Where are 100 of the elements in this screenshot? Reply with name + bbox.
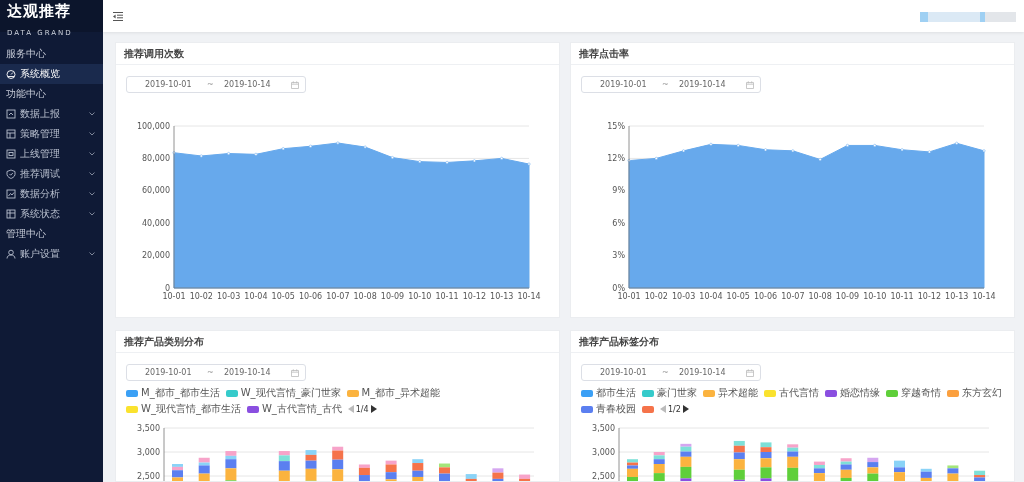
data-point xyxy=(900,148,904,152)
start-date: 2019-10-01 xyxy=(600,368,648,377)
stacked-bar xyxy=(332,446,344,481)
axis-label: 10-12 xyxy=(917,292,941,301)
legend-label: 青春校园 xyxy=(596,402,636,416)
axis-label: 10-11 xyxy=(890,292,914,301)
data-point xyxy=(363,145,367,149)
axis-label: 3,500 xyxy=(592,423,615,433)
menu-fold-icon[interactable] xyxy=(113,11,123,21)
nav-item[interactable]: 账户设置 xyxy=(0,244,103,264)
data-point xyxy=(172,151,176,155)
legend-label: 穿越奇情 xyxy=(901,386,941,400)
axis-label: 10-09 xyxy=(835,292,860,301)
stacked-bar xyxy=(733,440,745,481)
stacked-bar xyxy=(920,468,932,481)
calendar-icon xyxy=(746,80,754,89)
card-title: 推荐调用次数 xyxy=(124,46,184,61)
axis-line xyxy=(618,427,620,481)
axis-label: 15% xyxy=(607,121,625,131)
data-point xyxy=(227,152,231,155)
data-point xyxy=(709,142,713,146)
legend-label: 东方玄幻 xyxy=(962,386,1002,400)
axis-label: 80,000 xyxy=(142,153,170,163)
stacked-bar xyxy=(787,444,799,481)
nav-item[interactable]: 数据上报 xyxy=(0,104,103,124)
stacked-bar xyxy=(198,457,210,481)
axis-label: 10-10 xyxy=(863,292,887,301)
nav-item[interactable]: 策略管理 xyxy=(0,124,103,144)
menu-item-icon xyxy=(6,209,16,219)
stacked-bar xyxy=(358,464,370,481)
data-point xyxy=(927,150,931,154)
next-page-icon[interactable] xyxy=(682,405,689,413)
axis-label: 10-13 xyxy=(945,292,969,301)
data-point xyxy=(846,144,849,147)
legend-label: W_古代言情_古代 xyxy=(261,402,342,416)
axis-label: 10-02 xyxy=(189,292,213,301)
stacked-bar xyxy=(653,452,665,481)
stacked-bar xyxy=(627,459,638,481)
axis-label: 10-06 xyxy=(298,292,323,301)
data-point xyxy=(791,149,795,153)
stacked-bar xyxy=(385,460,397,481)
end-date: 2019-10-14 xyxy=(224,80,272,89)
stacked-bar xyxy=(492,468,504,481)
axis-label: 10-02 xyxy=(644,292,668,301)
axis-label: 10-13 xyxy=(490,292,514,301)
legend-label: M_都市_异术超能 xyxy=(361,386,441,400)
axis-label: 10-07 xyxy=(781,292,805,301)
date-range-picker[interactable]: 2019-10-01 ~ 2019-10-14 xyxy=(581,364,761,381)
data-point xyxy=(736,144,740,147)
stacked-bar xyxy=(974,470,986,481)
axis-label: 10-04 xyxy=(244,292,268,301)
stacked-bar xyxy=(278,451,290,481)
data-point xyxy=(764,148,767,152)
axis-label: 3,000 xyxy=(137,447,160,457)
end-date: 2019-10-14 xyxy=(679,80,727,89)
calendar-icon xyxy=(291,80,299,89)
page-indicator: 1/4 xyxy=(355,404,369,414)
axis-label: 10-06 xyxy=(753,292,778,301)
stacked-bar xyxy=(172,464,183,481)
stacked-bar xyxy=(947,465,959,481)
nav-item[interactable]: 上线管理 xyxy=(0,144,103,164)
data-point xyxy=(445,161,449,164)
axis-label: 20,000 xyxy=(142,251,170,261)
next-page-icon[interactable] xyxy=(370,405,377,413)
calendar-icon xyxy=(746,368,754,377)
range-separator: ~ xyxy=(662,80,670,89)
legend-label: W_现代言情_都市生活 xyxy=(141,402,241,416)
axis-label: 10-03 xyxy=(217,292,241,301)
stacked-bar xyxy=(519,474,531,481)
data-point xyxy=(627,159,631,162)
axis-label: 10-03 xyxy=(672,292,696,301)
nav-item[interactable]: 推荐调试 xyxy=(0,164,103,184)
legend-label: W_现代言情_豪门世家 xyxy=(240,386,341,400)
axis-label: 10-10 xyxy=(408,292,432,301)
range-separator: ~ xyxy=(207,80,215,89)
axis-label: 12% xyxy=(607,153,625,163)
nav-section-label: 功能中心 xyxy=(5,87,46,101)
data-point xyxy=(818,158,822,161)
axis-label: 3,000 xyxy=(592,447,615,457)
date-range-picker[interactable]: 2019-10-01 ~ 2019-10-14 xyxy=(126,76,306,93)
nav-item[interactable]: 系统状态 xyxy=(0,204,103,224)
range-separator: ~ xyxy=(207,368,215,377)
date-range-picker[interactable]: 2019-10-01 ~ 2019-10-14 xyxy=(126,364,306,381)
axis-label: 10-14 xyxy=(517,292,541,301)
axis-label: 6% xyxy=(612,218,625,228)
menu-item-icon xyxy=(6,169,16,179)
legend-label: 异术超能 xyxy=(718,386,758,400)
axis-label: 2,500 xyxy=(137,471,160,481)
axis-label: 10-11 xyxy=(435,292,459,301)
data-point xyxy=(199,154,203,158)
date-range-picker[interactable]: 2019-10-01 ~ 2019-10-14 xyxy=(581,76,761,93)
nav-item[interactable]: 数据分析 xyxy=(0,184,103,204)
card-title: 推荐点击率 xyxy=(579,46,629,61)
data-point xyxy=(472,159,476,163)
nav-item[interactable]: 系统概览 xyxy=(0,64,103,84)
data-point xyxy=(336,141,340,145)
data-point xyxy=(309,144,312,148)
start-date: 2019-10-01 xyxy=(145,368,193,377)
axis-label: 10-05 xyxy=(726,292,750,301)
axis-line xyxy=(163,427,165,481)
